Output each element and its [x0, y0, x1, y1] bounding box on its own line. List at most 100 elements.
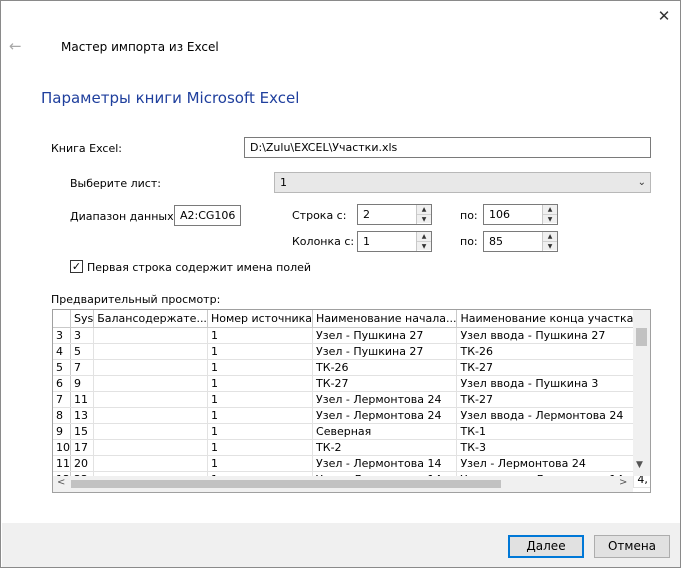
table-row[interactable]: 8 13 1 Узел - Лермонтова 24 Узел ввода - Лер…: [53, 407, 650, 424]
book-path-field[interactable]: D:\Zulu\EXCEL\Участки.xls: [244, 137, 651, 158]
table-cell: 1: [207, 455, 314, 472]
column-header[interactable]: Sys: [70, 310, 95, 328]
row-header-cell: 4: [53, 343, 71, 360]
chevron-down-icon: ⌄: [637, 177, 646, 188]
table-cell: Узел - Лермонтова 24: [312, 391, 458, 408]
spin-up-icon[interactable]: ▲: [417, 232, 431, 241]
row-to-value: 106: [489, 208, 510, 221]
table-row[interactable]: 9151СевернаяТК-160,76: [53, 423, 650, 440]
first-row-checkbox[interactable]: ✓: [70, 260, 83, 273]
next-button[interactable]: Далее: [508, 535, 584, 558]
table-cell: 5: [70, 343, 95, 360]
table-cell: [93, 407, 208, 424]
row-from-value: 2: [363, 208, 370, 221]
table-cell: 11: [70, 391, 95, 408]
table-cell: ТК-2: [312, 439, 458, 456]
preview-table: Sys Балансодержате... Номер источника Наиме…: [53, 310, 650, 488]
wizard-title: Мастер импорта из Excel: [61, 40, 219, 54]
close-icon[interactable]: ✕: [653, 5, 675, 27]
spin-down-icon[interactable]: ▼: [417, 241, 431, 250]
column-header[interactable]: Балансодержате...: [93, 310, 208, 328]
table-row[interactable]: 3 3 1 Узел - Пушкина 27 Узел ввода - Пушкина…: [53, 327, 650, 344]
table-row[interactable]: 7111Узел - Лермонтова 24ТК-2723,1: [53, 391, 650, 408]
horizontal-scrollbar[interactable]: < >: [53, 476, 633, 492]
table-cell: 1: [207, 439, 314, 456]
table-cell: Узел - Лермонтова 24: [456, 455, 635, 472]
table-row[interactable]: 10171ТК-2ТК-365,35: [53, 439, 650, 456]
row-header-cell: 8: [53, 407, 71, 424]
row-from-spinner[interactable]: 2 ▲ ▼: [357, 204, 432, 225]
table-cell: 20: [70, 455, 95, 472]
preview-header-row: Sys Балансодержате... Номер источника Наиме…: [53, 310, 650, 328]
column-header[interactable]: [53, 310, 71, 328]
scroll-down-icon[interactable]: ▼: [636, 460, 643, 470]
table-cell: Узел ввода - Пушкина 27: [456, 327, 635, 344]
table-cell: [93, 455, 208, 472]
cancel-button[interactable]: Отмена: [594, 535, 670, 558]
first-row-checkbox-label[interactable]: Первая строка содержит имена полей: [87, 261, 311, 274]
table-cell: Узел - Лермонтова 14: [312, 455, 458, 472]
sheet-label: Выберите лист:: [70, 177, 161, 190]
spin-down-icon[interactable]: ▼: [543, 214, 557, 223]
col-to-spinner[interactable]: 85 ▲ ▼: [483, 231, 558, 252]
footer-bar: Далее Отмена: [2, 523, 680, 567]
table-row[interactable]: 11 20 1 Узел - Лермонтова 14 Узел - Лермонто…: [53, 455, 650, 472]
preview-body: 3 3 1 Узел - Пушкина 27 Узел ввода - Пушкина…: [53, 327, 650, 488]
col-from-spinner[interactable]: 1 ▲ ▼: [357, 231, 432, 252]
scroll-left-icon[interactable]: <: [57, 477, 65, 488]
table-cell: ТК-3: [456, 439, 635, 456]
spin-up-icon[interactable]: ▲: [543, 232, 557, 241]
table-cell: [93, 343, 208, 360]
table-cell: 17: [70, 439, 95, 456]
column-header[interactable]: Наименование начала...: [312, 310, 458, 328]
row-to-label: по:: [460, 209, 478, 222]
book-label: Книга Excel:: [51, 142, 123, 155]
table-cell: Узел - Лермонтова 24: [312, 407, 458, 424]
table-cell: 15: [70, 423, 95, 440]
table-cell: 13: [70, 407, 95, 424]
col-to-value: 85: [489, 235, 503, 248]
table-cell: Узел ввода - Лермонтова 24: [456, 407, 635, 424]
table-cell: Северная: [312, 423, 458, 440]
table-row[interactable]: 571ТК-26ТК-270,87: [53, 359, 650, 376]
column-header[interactable]: Номер источника: [207, 310, 314, 328]
table-row[interactable]: 691ТК-27Узел ввода - Пушкина 30,7: [53, 375, 650, 392]
row-to-spinner[interactable]: 106 ▲ ▼: [483, 204, 558, 225]
back-arrow-icon[interactable]: ←: [9, 37, 27, 55]
preview-label: Предварительный просмотр:: [51, 293, 221, 306]
table-cell: 1: [207, 407, 314, 424]
table-cell: [93, 391, 208, 408]
table-cell: Узел - Пушкина 27: [312, 343, 458, 360]
table-cell: 1: [207, 327, 314, 344]
table-cell: ТК-1: [456, 423, 635, 440]
table-cell: 7: [70, 359, 95, 376]
range-label: Диапазон данных:: [70, 210, 178, 223]
scroll-right-icon[interactable]: >: [619, 477, 627, 488]
table-cell: 9: [70, 375, 95, 392]
table-cell: ТК-27: [312, 375, 458, 392]
table-cell: [93, 359, 208, 376]
table-row[interactable]: 451Узел - Пушкина 27ТК-268,59: [53, 343, 650, 360]
vertical-scrollbar[interactable]: ▼: [633, 310, 650, 476]
table-cell: 1: [207, 423, 314, 440]
preview-grid[interactable]: Sys Балансодержате... Номер источника Наиме…: [52, 309, 651, 493]
page-heading: Параметры книги Microsoft Excel: [41, 89, 300, 107]
spin-up-icon[interactable]: ▲: [417, 205, 431, 214]
row-header-cell: 9: [53, 423, 71, 440]
column-header[interactable]: Наименование конца участка: [456, 310, 635, 328]
spin-down-icon[interactable]: ▼: [543, 241, 557, 250]
table-cell: 1: [207, 391, 314, 408]
col-to-label: по:: [460, 235, 478, 248]
table-cell: ТК-26: [312, 359, 458, 376]
col-from-label: Колонка с:: [292, 235, 355, 248]
row-header-cell: 11: [53, 455, 71, 472]
spin-down-icon[interactable]: ▼: [417, 214, 431, 223]
vertical-scroll-thumb[interactable]: [636, 328, 647, 346]
sheet-select[interactable]: 1 ⌄: [274, 172, 651, 193]
horizontal-scroll-thumb[interactable]: [71, 480, 501, 488]
table-cell: Узел - Пушкина 27: [312, 327, 458, 344]
table-cell: ТК-27: [456, 359, 635, 376]
row-header-cell: 3: [53, 327, 71, 344]
range-field[interactable]: A2:CG106: [174, 205, 241, 226]
spin-up-icon[interactable]: ▲: [543, 205, 557, 214]
